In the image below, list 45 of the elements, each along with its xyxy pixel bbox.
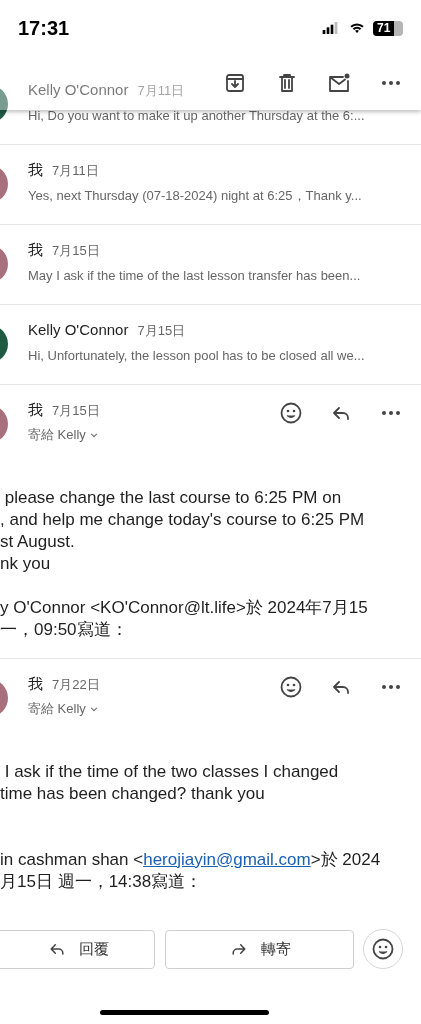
message-snippet: Yes, next Thursday (07-18-2024) night at 6:25，Thank y... [28,187,363,205]
quote-header-line: 一，09:50寫道： [0,618,128,641]
recipient-toggle[interactable]: 寄給 Kelly [28,425,99,445]
forward-button[interactable]: 轉寄 [165,929,354,969]
react-button[interactable] [279,675,303,699]
sender-name: 我 [28,160,43,180]
message-date: 7月11日 [52,162,99,180]
quote-header-line: in cashman shan <herojiayin@gmail.com>於 2024 [0,848,381,871]
quote-header-line: y O'Connor <KO'Connor@lt.life>於 2024年7月15 [0,596,368,619]
email-link[interactable]: herojiayin@gmail.com [143,849,311,869]
recipient-toggle[interactable]: 寄給 Kelly [28,699,99,719]
message-date: 7月22日 [52,676,100,694]
archive-icon [223,71,247,95]
body-text-line: time has been changed? thank you [0,782,265,805]
body-text-line: st August. [0,530,75,553]
body-text-line: please change the last course to 6:25 PM on [3,486,342,509]
emoji-icon [279,401,303,425]
message-snippet: May I ask if the time of the last lesson transfer has been... [28,267,362,285]
message-date: 7月15日 [52,242,100,260]
react-button[interactable] [279,401,303,425]
battery-level: 71 [376,22,391,34]
sender-name: 我 [28,240,43,260]
more-icon [381,684,401,690]
archive-button[interactable] [223,71,247,95]
more-icon [381,80,401,86]
sender-name: Kelly O'Connor [28,80,129,100]
emoji-icon [279,675,303,699]
message-date: 7月11日 [137,82,185,100]
message-snippet: Hi, Do you want to make it up another Thursday at the 6:... [28,107,366,125]
body-text-line: I ask if the time of the two classes I changed [3,760,339,783]
mail-icon [327,71,351,95]
status-time: 17:31 [18,16,70,41]
more-icon [381,410,401,416]
body-text-line: , and help me change today's course to 6:25 PM [0,508,365,531]
body-text-line: nk you [0,552,51,575]
emoji-icon [371,937,395,961]
message-snippet: Hi, Unfortunately, the lesson pool has to be closed all we... [28,347,366,365]
sender-name: 我 [28,674,43,694]
reply-button[interactable]: 回覆 [0,929,155,969]
sender-name: Kelly O'Connor [28,320,129,340]
mail-button[interactable] [327,71,351,95]
message-date: 7月15日 [137,322,186,340]
sender-name: 我 [28,400,43,420]
message-date: 7月15日 [52,402,100,420]
quote-header-line: 月15日 週一，14:38寫道： [0,870,203,893]
